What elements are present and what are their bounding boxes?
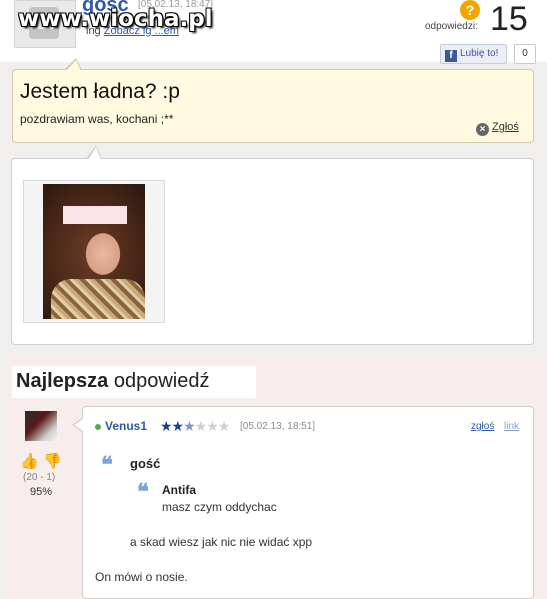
report-label: Zgłoś	[492, 121, 519, 133]
quoted-reply-text: a skad wiesz jak nic nie widać xpp	[130, 535, 313, 549]
thumb-down-icon[interactable]: 👎	[43, 452, 62, 470]
answers-count: 15	[490, 0, 528, 38]
answer-box-tail-fill	[74, 419, 83, 431]
best-answer-title-rest: odpowiedź	[108, 370, 210, 392]
photo-clothing	[51, 279, 145, 319]
answerer-username[interactable]: Venus1	[105, 419, 147, 433]
photo-censor-bar	[63, 206, 127, 224]
answer-date: [05.02.13, 18:51]	[240, 421, 316, 432]
attached-photo[interactable]	[43, 184, 145, 319]
quote-icon: ❝	[137, 479, 149, 505]
report-question-link[interactable]: × Zgłoś	[476, 121, 519, 136]
site-watermark: www.wiocha.pl	[18, 6, 213, 32]
best-answer-title: Najlepsza odpowiedź	[16, 370, 209, 393]
report-answer-link[interactable]: zgłoś	[471, 421, 494, 432]
star-icon-half: ★	[183, 418, 196, 434]
thumb-up-icon[interactable]: 👍	[20, 452, 39, 470]
nested-quoted-username: Antifa	[162, 483, 196, 497]
quote-icon: ❝	[101, 452, 113, 478]
question-circle-icon[interactable]: ?	[460, 0, 480, 20]
rank-stars: ★★★★★★	[160, 418, 231, 435]
online-status-dot	[95, 424, 101, 430]
question-bubble-tail-fill	[66, 60, 81, 71]
best-answer-title-bold: Najlepsza	[16, 370, 109, 392]
answers-label: odpowiedzi:	[425, 21, 478, 32]
quoted-username: gość	[130, 456, 161, 471]
answer-text: On mówi o nosie.	[95, 570, 188, 584]
question-title: Jestem ładna? :p	[20, 80, 180, 103]
close-circle-icon: ×	[476, 123, 489, 136]
facebook-icon: f	[445, 50, 457, 62]
attachment-panel-tail-fill	[88, 147, 101, 160]
answerer-avatar[interactable]	[25, 411, 57, 441]
star-icon-empty: ★★★	[194, 418, 231, 434]
answer-permalink[interactable]: link	[504, 421, 519, 432]
nested-quote-text: masz czym oddychac	[162, 500, 277, 514]
question-body: pozdrawiam was, kochani ;**	[20, 112, 174, 126]
star-icon-filled: ★★	[160, 418, 184, 434]
like-label: Lubię to!	[460, 48, 499, 59]
vote-tally: (20 - 1)	[23, 472, 56, 483]
like-button[interactable]: f Lubię to!	[440, 44, 507, 64]
vote-percent: 95%	[30, 486, 53, 498]
like-count: 0	[514, 44, 536, 64]
